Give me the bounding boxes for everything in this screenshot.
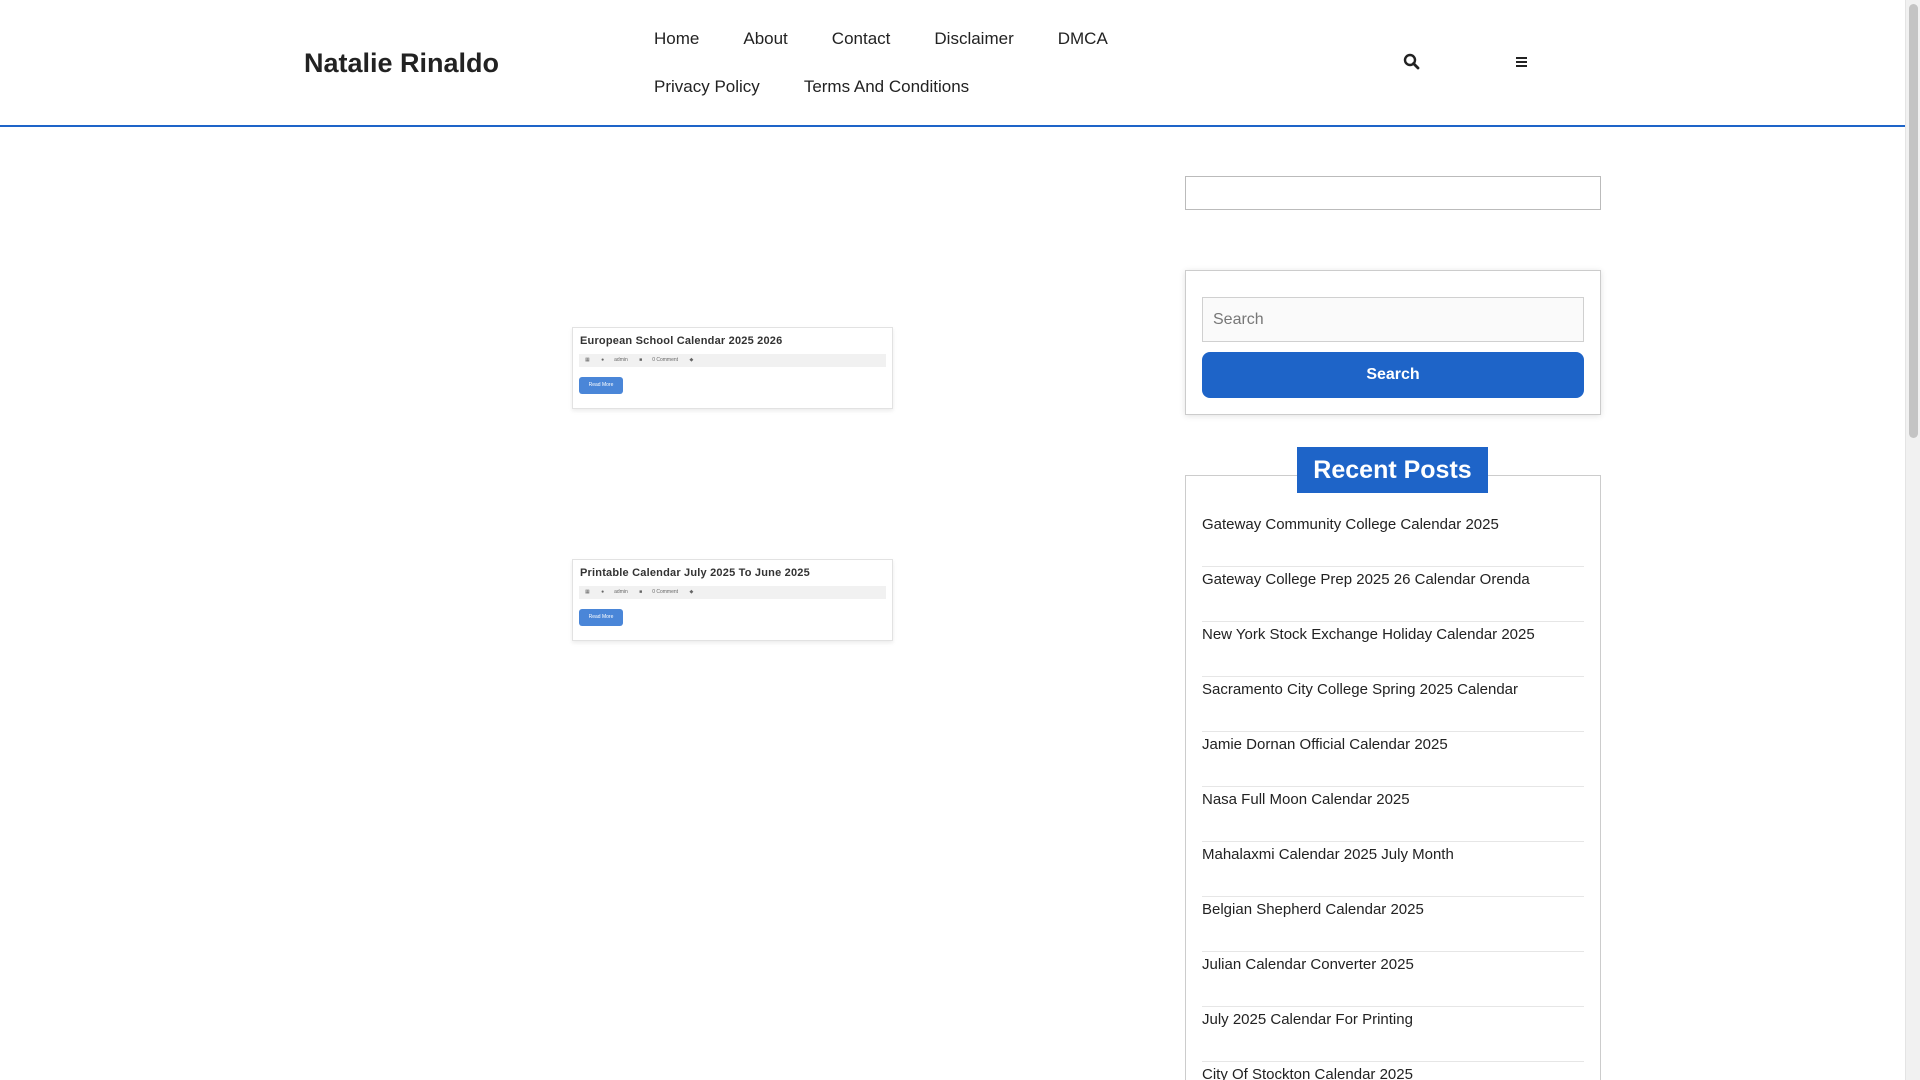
nav-home[interactable]: Home [654,22,699,56]
recent-post-link[interactable]: Nasa Full Moon Calendar 2025 [1202,791,1410,808]
list-item: Mahalaxmi Calendar 2025 July Month [1202,842,1584,897]
nav-disclaimer[interactable]: Disclaimer [934,22,1013,56]
search-input[interactable] [1202,297,1584,342]
list-item: Julian Calendar Converter 2025 [1202,952,1584,1007]
search-button[interactable]: Search [1202,352,1584,398]
read-more-button[interactable]: Read More [579,377,623,394]
recent-post-link[interactable]: Mahalaxmi Calendar 2025 July Month [1202,846,1454,863]
list-item: Gateway College Prep 2025 26 Calendar Or… [1202,567,1584,622]
nav-privacy-policy[interactable]: Privacy Policy [654,70,760,104]
recent-post-link[interactable]: Gateway Community College Calendar 2025 [1202,516,1499,533]
recent-posts-list: Gateway Community College Calendar 2025 … [1202,512,1584,1080]
post-comments: 0 Comment [652,357,679,363]
post-author: admin [614,589,628,595]
post-card[interactable]: European School Calendar 2025 2026 ▦ ● ad… [572,327,893,409]
post-title[interactable]: European School Calendar 2025 2026 [580,335,782,347]
author-icon: ● [601,589,605,595]
author-icon: ● [601,357,605,363]
recent-posts-widget: Gateway Community College Calendar 2025 … [1185,475,1601,1080]
post-meta: ▦ ● admin ■ 0 Comment ◆ [579,586,886,599]
calendar-icon: ▦ [585,357,590,363]
recent-post-link[interactable]: New York Stock Exchange Holiday Calendar… [1202,626,1535,643]
list-item: Nasa Full Moon Calendar 2025 [1202,787,1584,842]
list-item: New York Stock Exchange Holiday Calendar… [1202,622,1584,677]
list-item: Sacramento City College Spring 2025 Cale… [1202,677,1584,732]
tag-icon: ◆ [689,589,694,595]
site-header: Natalie Rinaldo Home About Contact Disclaim… [0,0,1905,127]
nav-contact[interactable]: Contact [832,22,891,56]
page-scrollbar[interactable] [1905,0,1920,1080]
nav-about[interactable]: About [743,22,787,56]
nav-terms-and-conditions[interactable]: Terms And Conditions [804,70,969,104]
sidebar-empty-widget [1185,176,1601,210]
post-comments: 0 Comment [652,589,679,595]
recent-posts-heading: Recent Posts [1297,447,1488,493]
list-item: Belgian Shepherd Calendar 2025 [1202,897,1584,952]
recent-post-link[interactable]: City Of Stockton Calendar 2025 [1202,1066,1413,1080]
site-title[interactable]: Natalie Rinaldo [304,48,499,79]
list-item: Gateway Community College Calendar 2025 [1202,512,1584,567]
recent-post-link[interactable]: Jamie Dornan Official Calendar 2025 [1202,736,1448,753]
main-nav: Home About Contact Disclaimer DMCA Privacy Po… [654,22,1274,118]
menu-icon[interactable] [1512,52,1532,72]
recent-post-link[interactable]: Julian Calendar Converter 2025 [1202,956,1414,973]
tag-icon: ◆ [689,357,694,363]
sidebar-search-widget: Search [1185,270,1601,415]
search-icon[interactable] [1402,52,1422,72]
nav-dmca[interactable]: DMCA [1058,22,1108,56]
recent-post-link[interactable]: July 2025 Calendar For Printing [1202,1011,1413,1028]
read-more-button[interactable]: Read More [579,609,623,626]
post-title[interactable]: Printable Calendar July 2025 To June 202… [580,567,810,579]
recent-post-link[interactable]: Gateway College Prep 2025 26 Calendar Or… [1202,571,1530,588]
post-card[interactable]: Printable Calendar July 2025 To June 202… [572,559,893,641]
post-meta: ▦ ● admin ■ 0 Comment ◆ [579,354,886,367]
calendar-icon: ▦ [585,589,590,595]
list-item: City Of Stockton Calendar 2025 [1202,1062,1584,1080]
list-item: Jamie Dornan Official Calendar 2025 [1202,732,1584,787]
recent-post-link[interactable]: Belgian Shepherd Calendar 2025 [1202,901,1424,918]
list-item: July 2025 Calendar For Printing [1202,1007,1584,1062]
comment-icon: ■ [639,357,643,363]
recent-post-link[interactable]: Sacramento City College Spring 2025 Cale… [1202,681,1518,698]
comment-icon: ■ [639,589,643,595]
post-author: admin [614,357,628,363]
scrollbar-thumb[interactable] [1909,4,1918,438]
